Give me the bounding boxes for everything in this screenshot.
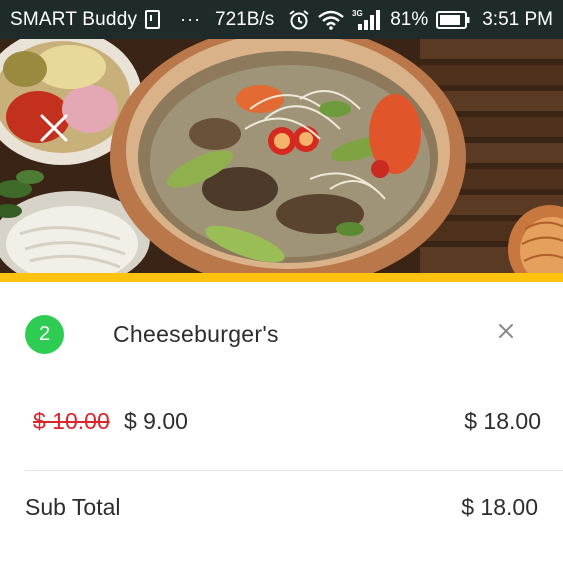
close-icon [40, 114, 68, 142]
status-bar-right: 721B/s 3G 81% 3:51 PM [215, 8, 553, 32]
more-notifications-icon: ··· [180, 9, 202, 29]
hero-accent-bar [0, 273, 563, 282]
subtotal-label: Sub Total [25, 494, 121, 520]
sim-icon [145, 10, 161, 29]
hero-image [0, 39, 563, 273]
carrier-name: SMART Buddy [10, 8, 138, 30]
status-bar-left: SMART Buddy ··· [10, 9, 201, 31]
clock: 3:51 PM [482, 8, 553, 30]
wifi-icon [318, 10, 344, 30]
signal-label: 3G [352, 9, 363, 18]
close-button[interactable] [38, 112, 70, 144]
item-name: Cheeseburger's [113, 321, 279, 347]
close-icon [499, 324, 513, 338]
original-price: $ 10.00 [33, 408, 110, 434]
line-total: $ 18.00 [464, 408, 541, 434]
discounted-price: $ 9.00 [124, 408, 188, 434]
network-speed: 721B/s [215, 8, 275, 30]
remove-item-button[interactable] [496, 321, 516, 341]
signal-icon: 3G [352, 8, 382, 32]
soup-pot [110, 39, 466, 273]
subtotal-value: $ 18.00 [461, 494, 538, 520]
battery-icon [436, 10, 470, 29]
quantity-badge: 2 [25, 315, 64, 354]
battery-percent: 81% [390, 8, 429, 30]
status-bar: SMART Buddy ··· 721B/s 3G 81% 3:51 PM [0, 0, 563, 39]
divider [25, 470, 563, 471]
alarm-icon [288, 9, 310, 31]
